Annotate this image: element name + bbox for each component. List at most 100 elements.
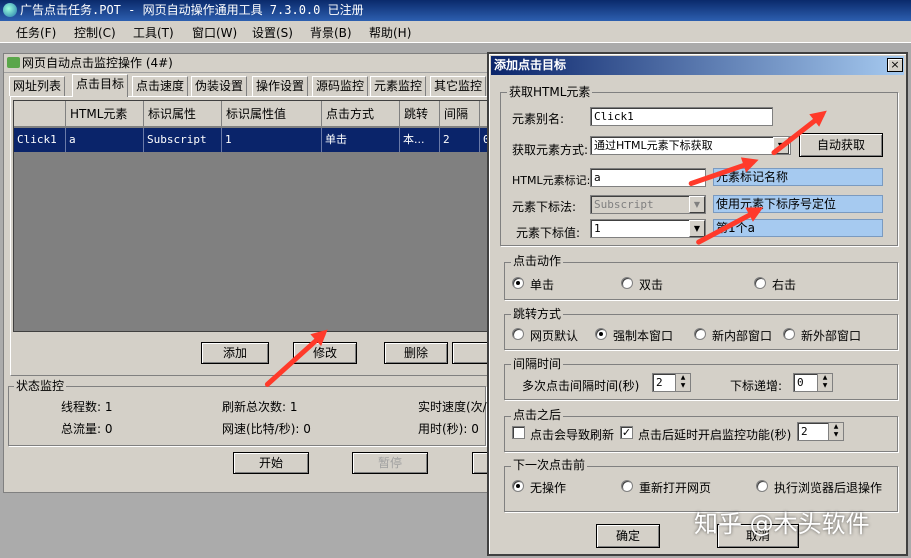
radio-new-outer-window[interactable] xyxy=(783,328,795,340)
click-monitor-window: 网页自动点击监控操作 (4#) 网址列表 点击目标 点击速度 伪装设置 操作设置… xyxy=(3,53,492,493)
menu-control[interactable]: 控制(C) xyxy=(74,24,116,41)
tab-disguise[interactable]: 伪装设置 xyxy=(191,76,248,96)
tab-click-target[interactable]: 点击目标 xyxy=(72,74,129,97)
refresh-checkbox-label: 点击会导致刷新 xyxy=(530,428,615,442)
total-traffic: 总流量: 0 xyxy=(61,422,113,436)
radio-double-click[interactable] xyxy=(621,277,633,289)
time-used: 用时(秒): 0 xyxy=(418,422,479,436)
menu-bar: 任务(F) 控制(C) 工具(T) 窗口(W) 设置(S) 背景(B) 帮助(H… xyxy=(0,21,911,43)
alias-input[interactable]: Click1 xyxy=(590,107,773,126)
pause-button[interactable]: 暂停 xyxy=(352,452,428,474)
col-id-attr[interactable]: 标识属性 xyxy=(144,101,222,127)
reopen-page-label: 重新打开网页 xyxy=(639,481,712,495)
target-grid[interactable]: HTML元素 标识属性 标识属性值 点击方式 跳转 间隔 Click1 a Su… xyxy=(13,100,488,332)
spin-arrows-icon[interactable]: ▲ ▼ xyxy=(817,373,833,392)
sub-method-label: 元素下标法: xyxy=(512,200,577,214)
row-cell: Subscript xyxy=(144,128,222,152)
tab-click-speed[interactable]: 点击速度 xyxy=(132,76,189,96)
html-element-group-title: 获取HTML元素 xyxy=(507,85,593,99)
spin-arrows-icon[interactable]: ▲ ▼ xyxy=(675,373,691,392)
index-increment-label: 下标递增: xyxy=(730,379,783,393)
radio-reopen-page[interactable] xyxy=(621,480,633,492)
refresh-total: 刷新总次数: 1 xyxy=(222,400,298,414)
radio-browser-back[interactable] xyxy=(756,480,768,492)
alias-label: 元素别名: xyxy=(512,112,565,126)
ok-button[interactable]: 确定 xyxy=(596,524,660,548)
method-label: 获取元素方式: xyxy=(512,143,589,157)
method-select[interactable]: 通过HTML元素下标获取 xyxy=(590,136,791,155)
col-html-element[interactable]: HTML元素 xyxy=(66,101,144,127)
tag-hint: 元素标记名称 xyxy=(713,168,883,186)
tab-element-monitor[interactable]: 元素监控 xyxy=(370,76,427,96)
click-action-title: 点击动作 xyxy=(511,254,564,268)
menu-settings[interactable]: 设置(S) xyxy=(252,24,293,41)
refresh-checkbox[interactable] xyxy=(512,426,525,439)
tab-url-list[interactable]: 网址列表 xyxy=(9,76,66,96)
sub-value-label: 元素下标值: xyxy=(516,226,581,240)
child-window-title: 网页自动点击监控操作 (4#) xyxy=(4,54,489,73)
menu-task[interactable]: 任务(F) xyxy=(16,24,56,41)
multi-interval-label: 多次点击间隔时间(秒) xyxy=(522,379,640,393)
double-click-label: 双击 xyxy=(639,278,664,292)
delay-checkbox-label: 点击后延时开启监控功能(秒) xyxy=(638,428,792,442)
sub-method-hint: 使用元素下标序号定位 xyxy=(713,195,883,213)
radio-no-action[interactable] xyxy=(512,480,524,492)
after-click-title: 点击之后 xyxy=(511,408,564,422)
row-cell: 单击 xyxy=(322,128,400,152)
col-interval[interactable]: 间隔 xyxy=(440,101,480,127)
status-monitor-title: 状态监控 xyxy=(14,379,67,393)
tab-operation[interactable]: 操作设置 xyxy=(252,76,309,96)
delete-button[interactable]: 删除 xyxy=(384,342,448,364)
auto-get-button[interactable]: 自动获取 xyxy=(799,133,883,157)
col-click-mode[interactable]: 点击方式 xyxy=(322,101,400,127)
watermark-text: 知乎 @木头软件 xyxy=(694,510,870,538)
delay-checkbox[interactable]: ✓ xyxy=(620,426,633,439)
tag-label: HTML元素标记: xyxy=(512,174,591,187)
row-cell: a xyxy=(66,128,144,152)
col-id-value[interactable]: 标识属性值 xyxy=(222,101,322,127)
app-title-bar: 广告点击任务.POT - 网页自动操作通用工具 7.3.0.0 已注册 xyxy=(0,0,911,21)
row-cell: 1 xyxy=(222,128,322,152)
radio-force-this-window[interactable] xyxy=(595,328,607,340)
new-inner-window-label: 新内部窗口 xyxy=(712,329,773,343)
new-outer-window-label: 新外部窗口 xyxy=(801,329,862,343)
browser-back-label: 执行浏览器后退操作 xyxy=(774,481,883,495)
row-cell: 本... xyxy=(400,128,440,152)
add-button[interactable]: 添加 xyxy=(201,342,269,364)
close-icon[interactable]: × xyxy=(887,58,903,72)
spin-arrows-icon[interactable]: ▲ ▼ xyxy=(828,422,844,441)
click-action-group xyxy=(504,262,898,300)
radio-new-inner-window[interactable] xyxy=(694,328,706,340)
menu-help[interactable]: 帮助(H) xyxy=(369,24,411,41)
app-title: 广告点击任务.POT - 网页自动操作通用工具 7.3.0.0 已注册 xyxy=(20,3,364,17)
window-icon xyxy=(7,57,20,68)
menu-tools[interactable]: 工具(T) xyxy=(133,24,174,41)
chevron-down-icon[interactable]: ▼ xyxy=(689,196,705,213)
force-this-window-label: 强制本窗口 xyxy=(613,329,674,343)
tab-source-monitor[interactable]: 源码监控 xyxy=(312,76,369,96)
extra-button[interactable] xyxy=(452,342,492,364)
dialog-title: 添加点击目标 xyxy=(494,58,567,72)
add-click-target-dialog: 添加点击目标 × 获取HTML元素 元素别名: Click1 获取元素方式: 通… xyxy=(487,52,908,556)
start-button[interactable]: 开始 xyxy=(233,452,309,474)
status-monitor-group xyxy=(8,386,486,446)
before-next-click-title: 下一次点击前 xyxy=(511,458,588,472)
row-cell: 2 xyxy=(440,128,480,152)
tab-other-monitor[interactable]: 其它监控 xyxy=(430,76,487,96)
grid-corner xyxy=(14,101,66,127)
chevron-down-icon[interactable]: ▼ xyxy=(689,220,705,237)
app-logo-icon xyxy=(3,3,17,17)
right-click-label: 右击 xyxy=(772,278,797,292)
thread-count: 线程数: 1 xyxy=(61,400,113,414)
child-window-title-text: 网页自动点击监控操作 (4#) xyxy=(22,56,173,70)
dialog-title-bar: 添加点击目标 xyxy=(491,56,904,75)
radio-page-default[interactable] xyxy=(512,328,524,340)
net-speed: 网速(比特/秒): 0 xyxy=(222,422,311,436)
page-default-label: 网页默认 xyxy=(530,329,579,343)
radio-single-click[interactable] xyxy=(512,277,524,289)
col-jump[interactable]: 跳转 xyxy=(400,101,440,127)
menu-background[interactable]: 背景(B) xyxy=(310,24,352,41)
single-click-label: 单击 xyxy=(530,278,555,292)
radio-right-click[interactable] xyxy=(754,277,766,289)
menu-window[interactable]: 窗口(W) xyxy=(192,24,237,41)
